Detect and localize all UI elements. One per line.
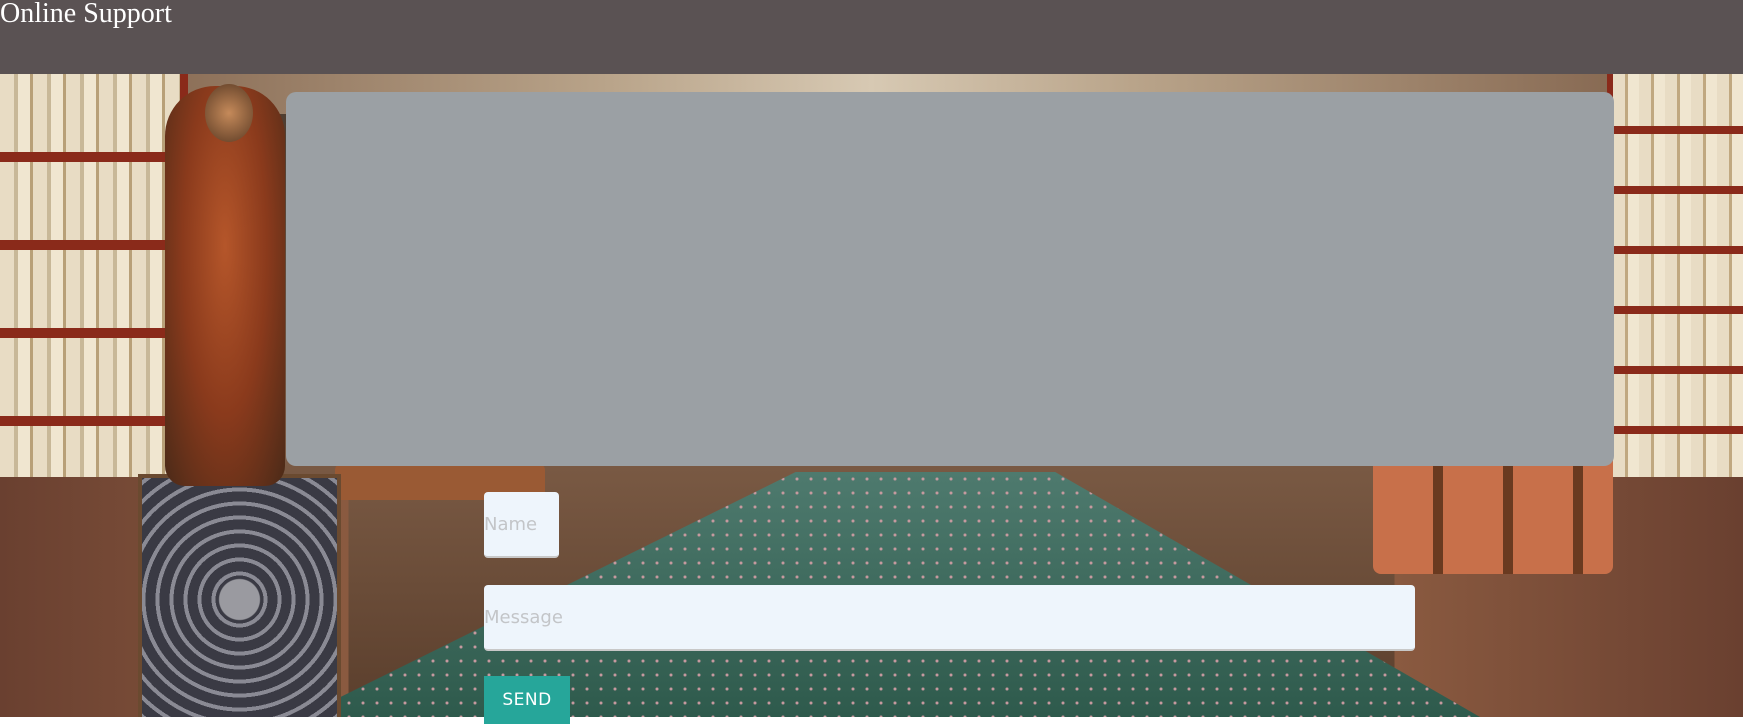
- statue-pedestal: [138, 474, 341, 717]
- statue: [165, 86, 285, 486]
- page-title: Online Support: [0, 0, 172, 29]
- statue-head: [205, 84, 253, 142]
- name-input[interactable]: [484, 492, 559, 558]
- message-input[interactable]: [484, 585, 1415, 651]
- chairs-row: [1373, 454, 1613, 574]
- top-header: Online Support: [0, 0, 1743, 74]
- chat-messages-panel[interactable]: [286, 92, 1614, 466]
- right-bookshelf: [1607, 74, 1743, 534]
